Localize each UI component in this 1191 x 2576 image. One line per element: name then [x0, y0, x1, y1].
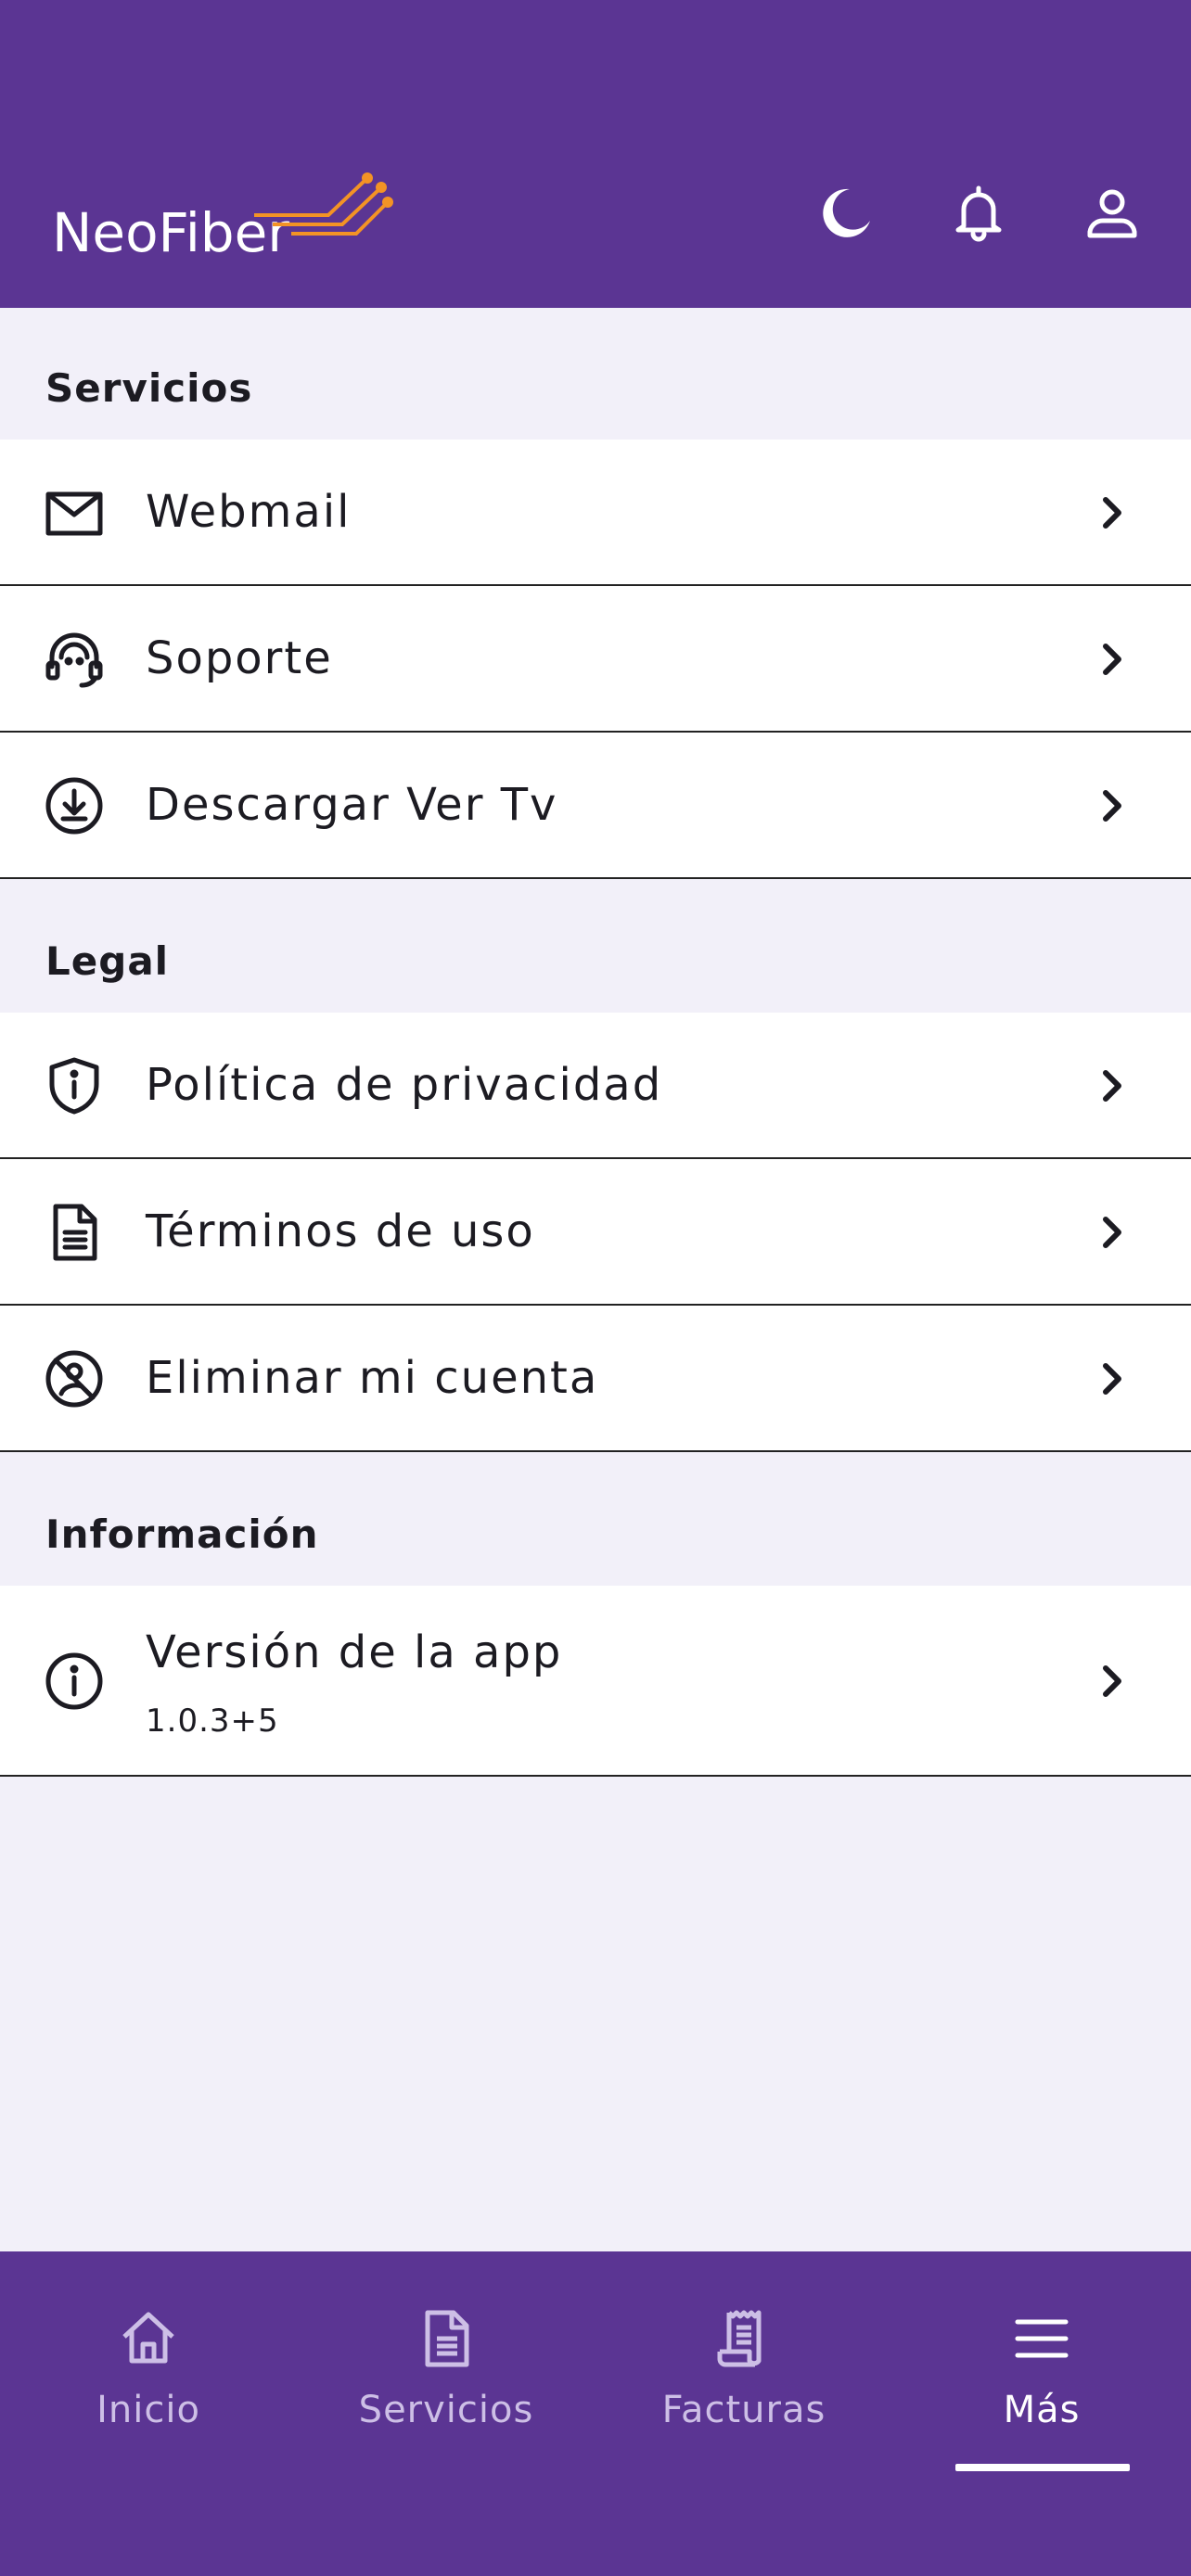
- chevron-right-icon: [1091, 489, 1135, 537]
- brand-logo-lines: [254, 172, 393, 236]
- list-item-soporte[interactable]: Soporte: [0, 586, 1191, 733]
- receipt-icon: [712, 2307, 775, 2370]
- section-title-servicios: Servicios: [45, 365, 253, 411]
- list-item-eliminar-cuenta[interactable]: Eliminar mi cuenta: [0, 1306, 1191, 1452]
- list-item-terminos-uso[interactable]: Términos de uso: [0, 1159, 1191, 1306]
- list-item-label: Versión de la app: [146, 1626, 563, 1678]
- brand-logo: NeoFiber: [52, 169, 393, 271]
- nav-label: Servicios: [358, 2389, 534, 2431]
- bottom-navigation: Inicio Servicios Facturas Más: [0, 2251, 1191, 2576]
- nav-item-servicios[interactable]: Servicios: [307, 2307, 585, 2455]
- list-item-webmail[interactable]: Webmail: [0, 440, 1191, 586]
- chevron-right-icon: [1091, 1657, 1135, 1705]
- nav-label: Más: [1003, 2389, 1081, 2431]
- chevron-right-icon: [1091, 1208, 1135, 1256]
- document-icon: [415, 2307, 478, 2370]
- chevron-right-icon: [1091, 782, 1135, 830]
- list-item-descargar-ver-tv[interactable]: Descargar Ver Tv: [0, 733, 1191, 879]
- list-item-label: Webmail: [146, 486, 352, 538]
- bell-icon[interactable]: [949, 184, 1008, 243]
- list-item-label: Soporte: [146, 632, 333, 684]
- app-header: NeoFiber: [0, 0, 1191, 308]
- nav-item-inicio[interactable]: Inicio: [9, 2307, 288, 2455]
- chevron-right-icon: [1091, 1062, 1135, 1110]
- headset-icon: [45, 630, 104, 689]
- nav-item-facturas[interactable]: Facturas: [605, 2307, 883, 2455]
- document-icon: [45, 1203, 104, 1262]
- nav-label: Inicio: [96, 2389, 200, 2431]
- user-icon[interactable]: [1082, 184, 1142, 243]
- info-icon: [45, 1651, 104, 1711]
- list-item-label: Política de privacidad: [146, 1059, 663, 1111]
- no-account-icon: [45, 1349, 104, 1409]
- list-item-label: Términos de uso: [146, 1205, 535, 1257]
- app-version-value: 1.0.3+5: [146, 1702, 279, 1740]
- mail-icon: [45, 483, 104, 542]
- active-tab-indicator: [955, 2464, 1130, 2471]
- nav-label: Facturas: [661, 2389, 826, 2431]
- chevron-right-icon: [1091, 1355, 1135, 1403]
- moon-icon[interactable]: [816, 184, 876, 243]
- section-title-legal: Legal: [45, 938, 170, 984]
- chevron-right-icon: [1091, 635, 1135, 683]
- download-icon: [45, 776, 104, 835]
- menu-icon: [1010, 2307, 1073, 2370]
- section-title-informacion: Información: [45, 1511, 319, 1557]
- list-item-label: Eliminar mi cuenta: [146, 1352, 599, 1404]
- shield-icon: [45, 1056, 104, 1116]
- list-item-politica-privacidad[interactable]: Política de privacidad: [0, 1013, 1191, 1159]
- list-item-label: Descargar Ver Tv: [146, 779, 558, 831]
- nav-item-mas[interactable]: Más: [903, 2307, 1181, 2455]
- home-icon: [117, 2307, 180, 2370]
- list-item-version-app[interactable]: Versión de la app 1.0.3+5: [0, 1586, 1191, 1777]
